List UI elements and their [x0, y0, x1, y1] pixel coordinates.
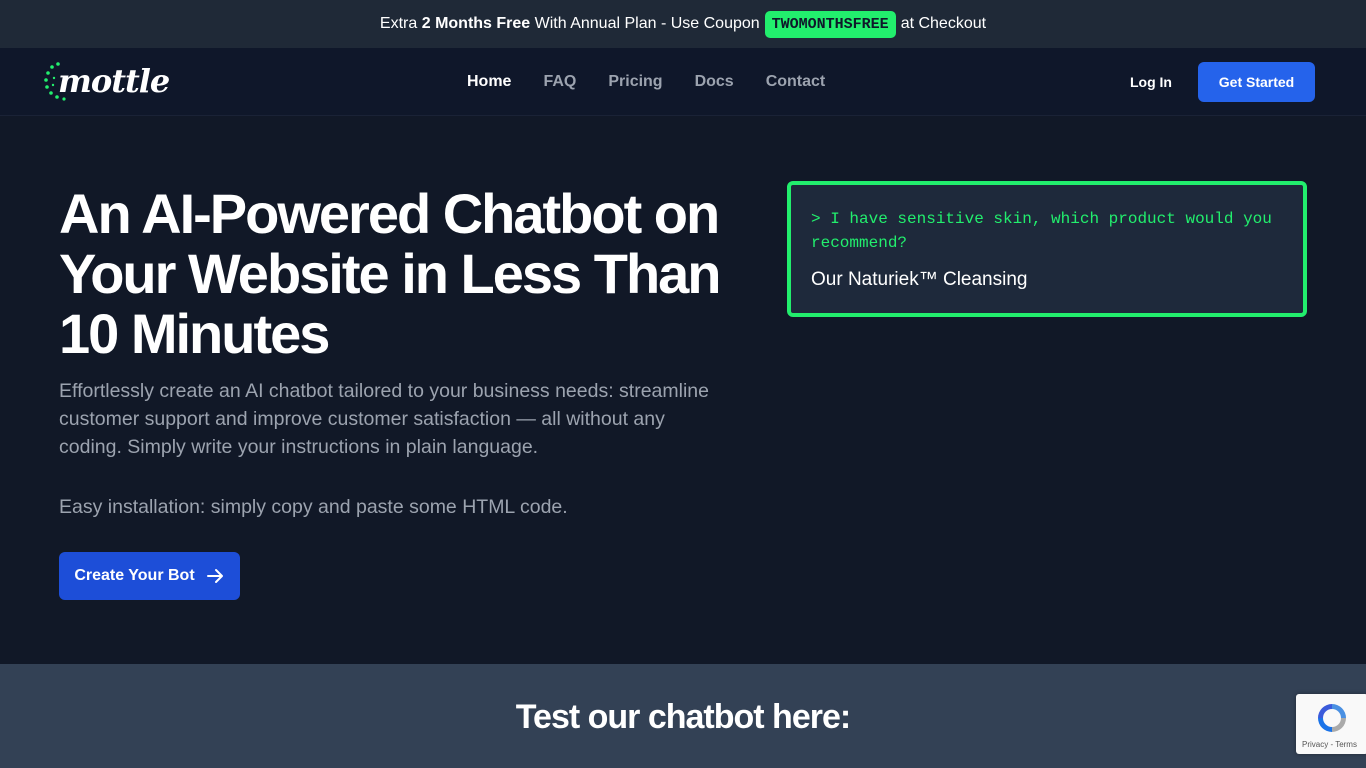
recaptcha-badge[interactable]: Privacy - Terms: [1296, 694, 1366, 754]
hero-title: An AI-Powered Chatbot on Your Website in…: [59, 182, 722, 365]
login-link[interactable]: Log In: [1130, 74, 1172, 90]
install-note: Easy installation: simply copy and paste…: [59, 496, 568, 518]
hero-description: Effortlessly create an AI chatbot tailor…: [59, 380, 709, 458]
terminal-answer: Our Naturiek™ Cleansing: [811, 269, 1028, 290]
nav-home[interactable]: Home: [467, 73, 511, 91]
demo-terminal: > I have sensitive skin, which product w…: [787, 181, 1307, 317]
create-bot-button[interactable]: Create Your Bot: [59, 552, 240, 600]
logo-text: mottle: [58, 62, 170, 100]
nav-contact[interactable]: Contact: [766, 73, 826, 91]
logo[interactable]: mottle: [44, 58, 170, 106]
promo-highlight: 2 Months Free: [421, 15, 531, 32]
promo-banner: Extra 2 Months Free With Annual Plan - U…: [0, 0, 1366, 48]
promo-middle: With Annual Plan - Use Coupon: [534, 15, 760, 32]
nav-faq[interactable]: FAQ: [543, 73, 576, 91]
coupon-code: TWOMONTHSFREE: [764, 10, 896, 38]
test-chatbot-section: Test our chatbot here:: [0, 664, 1366, 768]
create-bot-label: Create Your Bot: [74, 567, 195, 584]
promo-suffix: at Checkout: [900, 15, 987, 32]
recaptcha-links[interactable]: Privacy - Terms: [1302, 740, 1357, 749]
recaptcha-icon: [1318, 704, 1346, 732]
main-nav: Home FAQ Pricing Docs Contact: [467, 48, 825, 116]
nav-docs[interactable]: Docs: [695, 73, 734, 91]
arrow-right-icon: [206, 569, 223, 583]
nav-pricing[interactable]: Pricing: [608, 73, 662, 91]
get-started-button[interactable]: Get Started: [1198, 62, 1315, 102]
navbar: mottle Home FAQ Pricing Docs Contact Log…: [0, 48, 1366, 116]
test-chatbot-title: Test our chatbot here:: [515, 698, 851, 736]
terminal-prompt: > I have sensitive skin, which product w…: [811, 210, 1272, 252]
promo-prefix: Extra: [379, 15, 418, 32]
